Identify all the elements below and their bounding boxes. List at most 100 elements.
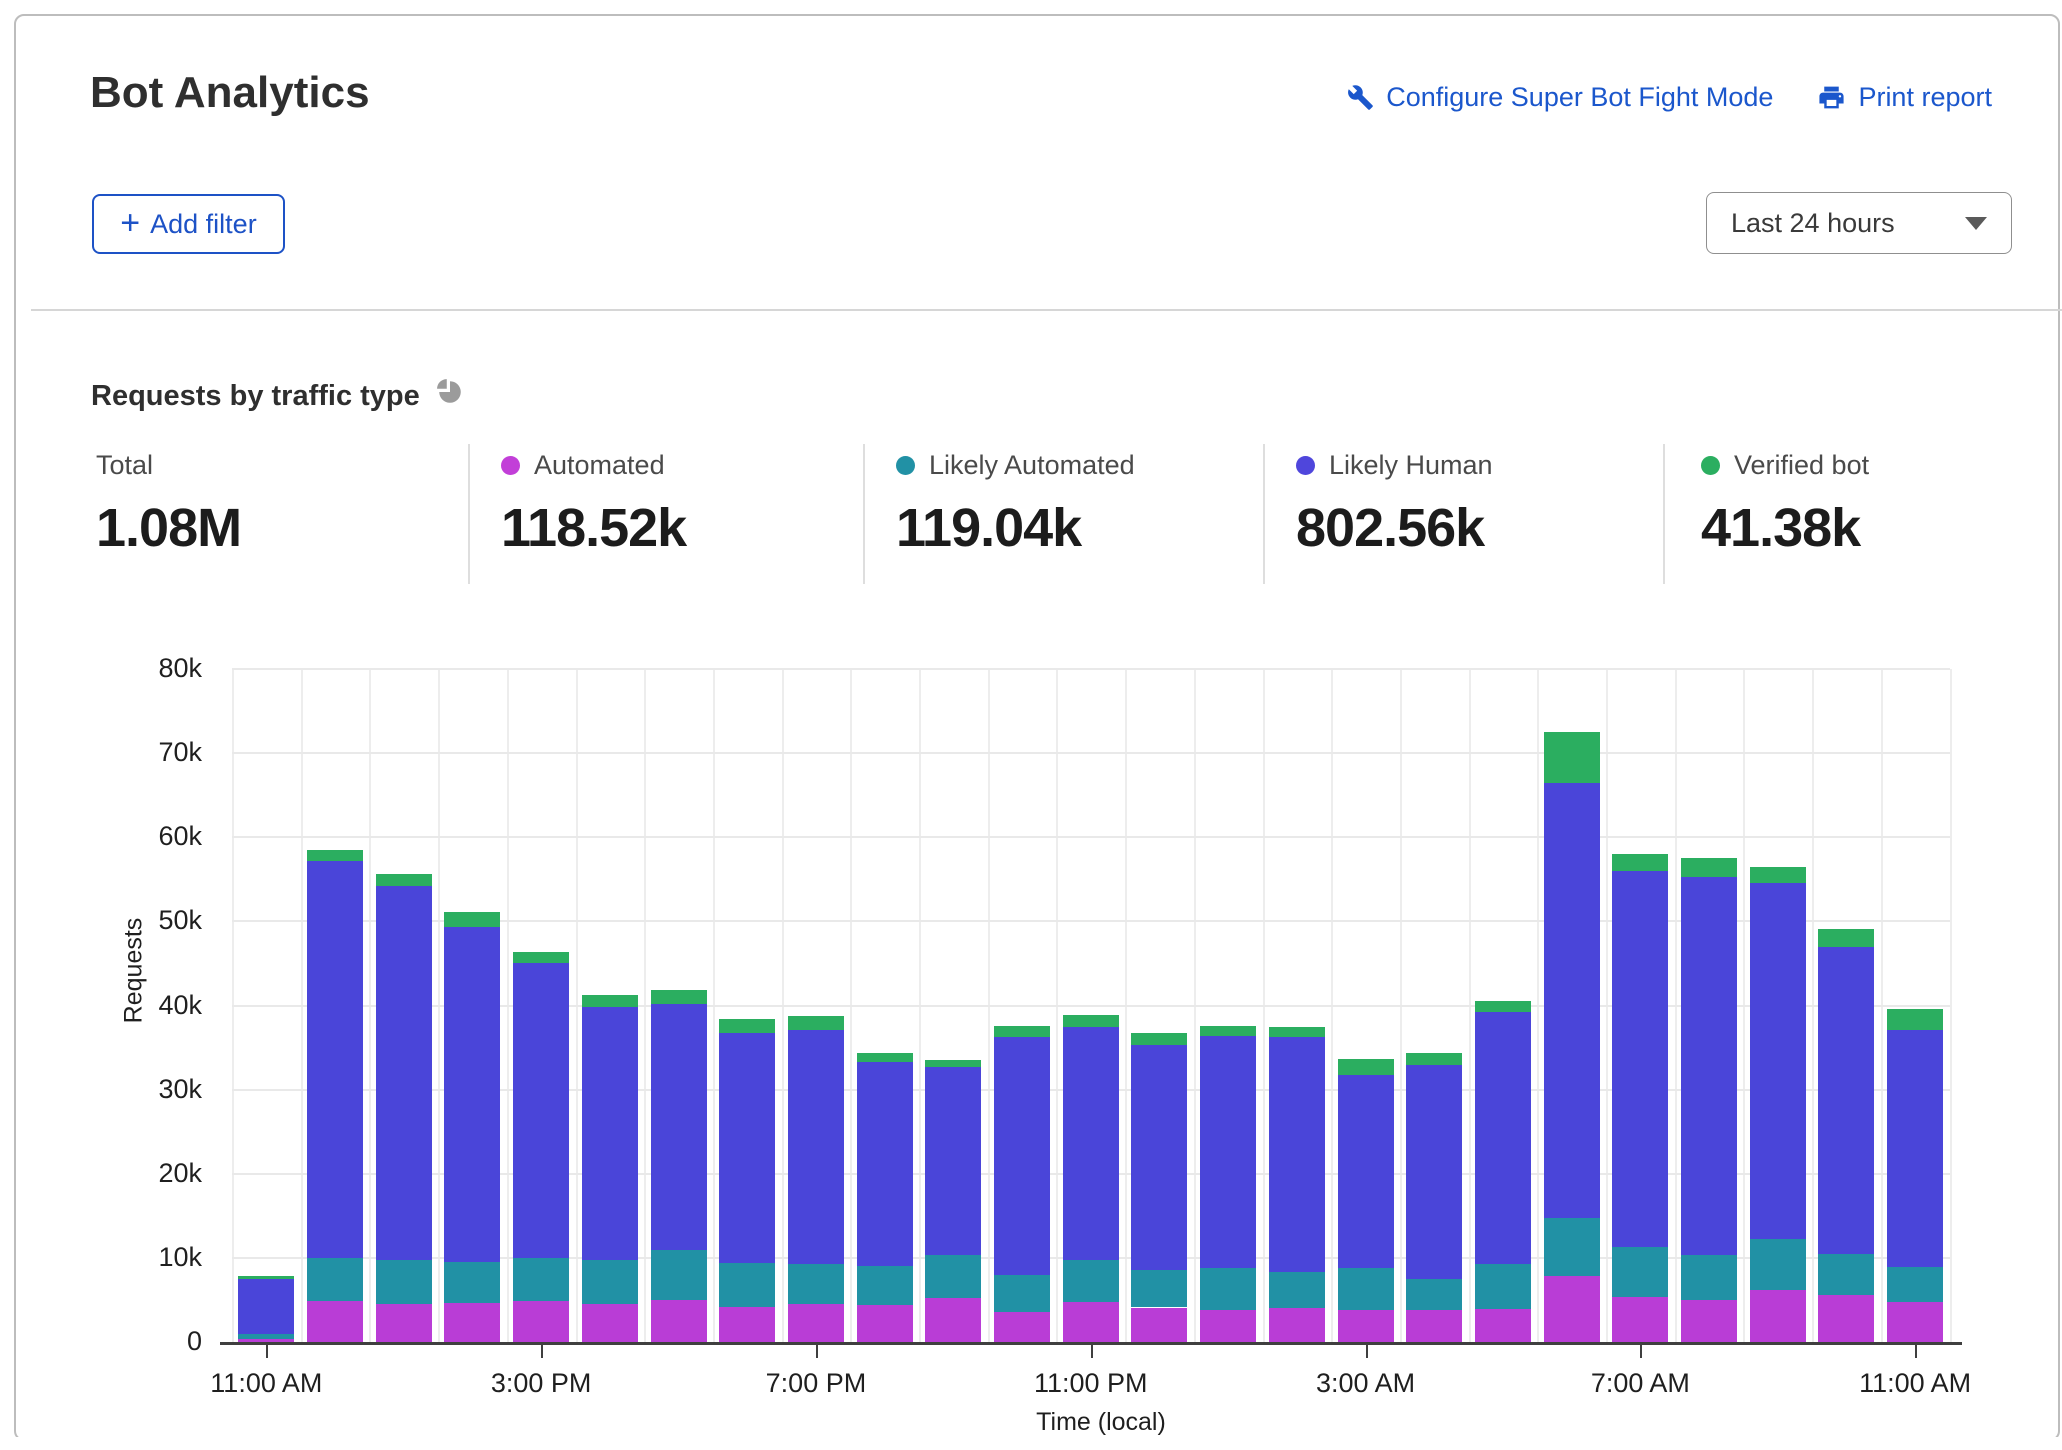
bar-segment-likely-human [1338,1075,1394,1268]
section-title: Requests by traffic type [91,378,464,414]
bar-segment-likely-automated [1681,1255,1737,1300]
y-tick-label: 0 [82,1326,202,1357]
bar-segment-automated [307,1301,363,1342]
bar-segment-likely-human [238,1279,294,1335]
stat-total: Total 1.08M [96,450,241,559]
bar-segment-verified-bot [238,1276,294,1279]
bar-segment-verified-bot [376,874,432,886]
bar-segment-automated [788,1304,844,1342]
bar-segment-likely-human [307,861,363,1258]
bar-segment-likely-human [1200,1036,1256,1268]
bar-segment-likely-human [925,1067,981,1255]
stat-verified-bot-value: 41.38k [1701,497,1869,559]
print-link-label: Print report [1858,82,1992,113]
bar-segment-automated [1544,1276,1600,1342]
bar-segment-likely-automated [857,1266,913,1305]
bar-segment-likely-automated [513,1258,569,1301]
wrench-icon [1347,84,1374,111]
chevron-down-icon [1965,217,1987,230]
bar-segment-verified-bot [513,952,569,964]
bar-segment-verified-bot [857,1053,913,1062]
time-range-dropdown[interactable]: Last 24 hours [1706,192,2012,254]
bar-segment-likely-automated [1131,1270,1187,1308]
bar-segment-verified-bot [582,995,638,1007]
bar-segment-likely-automated [307,1258,363,1301]
stat-divider [468,444,470,584]
bar-segment-verified-bot [1612,854,1668,871]
bar-segment-likely-automated [238,1334,294,1338]
bar-segment-likely-human [1406,1065,1462,1279]
bar-segment-likely-automated [1063,1260,1119,1302]
stat-likely-automated-label: Likely Automated [929,450,1135,481]
bar-segment-likely-human [1131,1045,1187,1270]
bar-segment-likely-human [1612,871,1668,1247]
bar-segment-automated [444,1303,500,1342]
bar-segment-likely-human [1818,947,1874,1253]
bar-segment-likely-automated [1406,1279,1462,1310]
x-tick-label: 7:00 AM [1530,1368,1750,1399]
bar-segment-likely-automated [582,1260,638,1304]
verified-bot-dot-icon [1701,456,1720,475]
y-tick-label: 40k [82,990,202,1021]
bar-segment-likely-human [1269,1037,1325,1273]
stat-divider [1263,444,1265,584]
bar-segment-automated [1200,1310,1256,1342]
bar-segment-verified-bot [1269,1027,1325,1037]
x-tick-label: 11:00 AM [1805,1368,2025,1399]
bar-segment-likely-automated [1818,1254,1874,1295]
y-tick-label: 30k [82,1074,202,1105]
bar-segment-likely-automated [1200,1268,1256,1310]
x-tick-mark [1915,1345,1917,1358]
x-tick-mark [541,1345,543,1358]
x-tick-mark [816,1345,818,1358]
bar-segment-likely-human [376,886,432,1260]
bar-segment-likely-human [1750,883,1806,1240]
bar-segment-automated [925,1298,981,1342]
print-report-link[interactable]: Print report [1817,82,1992,113]
stat-total-label: Total [96,450,153,481]
y-tick-label: 80k [82,653,202,684]
stat-automated: Automated 118.52k [501,450,686,559]
bar-segment-likely-automated [651,1250,707,1300]
y-tick-label: 50k [82,905,202,936]
h-gridline [232,836,1950,838]
bar-segment-automated [994,1312,1050,1342]
printer-icon [1817,83,1846,112]
bar-segment-automated [1338,1310,1394,1342]
stat-verified-bot-label: Verified bot [1734,450,1869,481]
y-tick-label: 20k [82,1158,202,1189]
bar-segment-verified-bot [994,1026,1050,1037]
bar-segment-automated [1063,1302,1119,1342]
bar-segment-likely-automated [444,1262,500,1303]
bar-segment-verified-bot [444,912,500,927]
bar-segment-likely-automated [925,1255,981,1299]
stat-likely-human: Likely Human 802.56k [1296,450,1493,559]
x-tick-label: 3:00 PM [431,1368,651,1399]
bot-analytics-card: Bot Analytics Configure Super Bot Fight … [14,14,2060,1441]
x-tick-mark [266,1345,268,1358]
bar-segment-likely-human [513,963,569,1257]
bar-segment-verified-bot [651,990,707,1004]
bar-segment-automated [1681,1300,1737,1342]
bar-segment-likely-automated [788,1264,844,1304]
bar-segment-automated [719,1307,775,1342]
automated-dot-icon [501,456,520,475]
bot-analytics-page: Bot Analytics Configure Super Bot Fight … [0,0,2062,1450]
bar-segment-likely-human [1063,1027,1119,1260]
bar-segment-likely-human [651,1004,707,1250]
likely-automated-dot-icon [896,456,915,475]
bar-segment-verified-bot [925,1060,981,1067]
bar-segment-likely-human [582,1007,638,1260]
bar-segment-verified-bot [1200,1026,1256,1036]
x-tick-label: 11:00 PM [981,1368,1201,1399]
bar-segment-automated [1887,1302,1943,1342]
bar-segment-automated [513,1301,569,1342]
likely-human-dot-icon [1296,456,1315,475]
bar-segment-automated [1475,1309,1531,1342]
add-filter-button[interactable]: + Add filter [92,194,285,254]
h-gridline [232,668,1950,670]
stat-divider [863,444,865,584]
configure-super-bot-fight-mode-link[interactable]: Configure Super Bot Fight Mode [1347,82,1773,113]
next-card-top-edge [0,1437,2062,1450]
bar-segment-likely-human [788,1030,844,1264]
